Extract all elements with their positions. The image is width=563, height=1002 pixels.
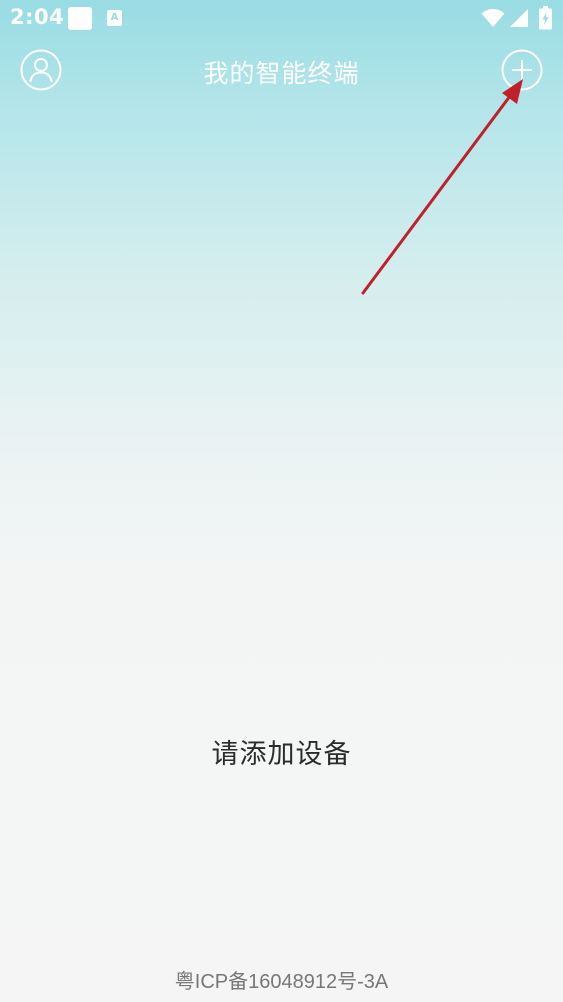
page-title: 我的智能终端 (203, 59, 360, 88)
icp-license-text: 粤ICP备16048912号-3A (174, 971, 389, 993)
empty-state-message: 请添加设备 (211, 739, 352, 770)
a-notification-icon: A (107, 10, 122, 26)
status-time: 2:04 (10, 5, 65, 29)
battery-charging-icon (539, 6, 552, 30)
app-header: 我的智能终端 (0, 40, 563, 100)
wifi-icon (481, 9, 505, 27)
annotation-arrow (361, 79, 523, 295)
cellular-signal-icon (510, 9, 528, 27)
status-bar: 2:04 A (0, 0, 563, 38)
add-device-button[interactable] (501, 49, 543, 91)
app-notification-icon (68, 7, 92, 30)
plus-icon (501, 49, 543, 91)
